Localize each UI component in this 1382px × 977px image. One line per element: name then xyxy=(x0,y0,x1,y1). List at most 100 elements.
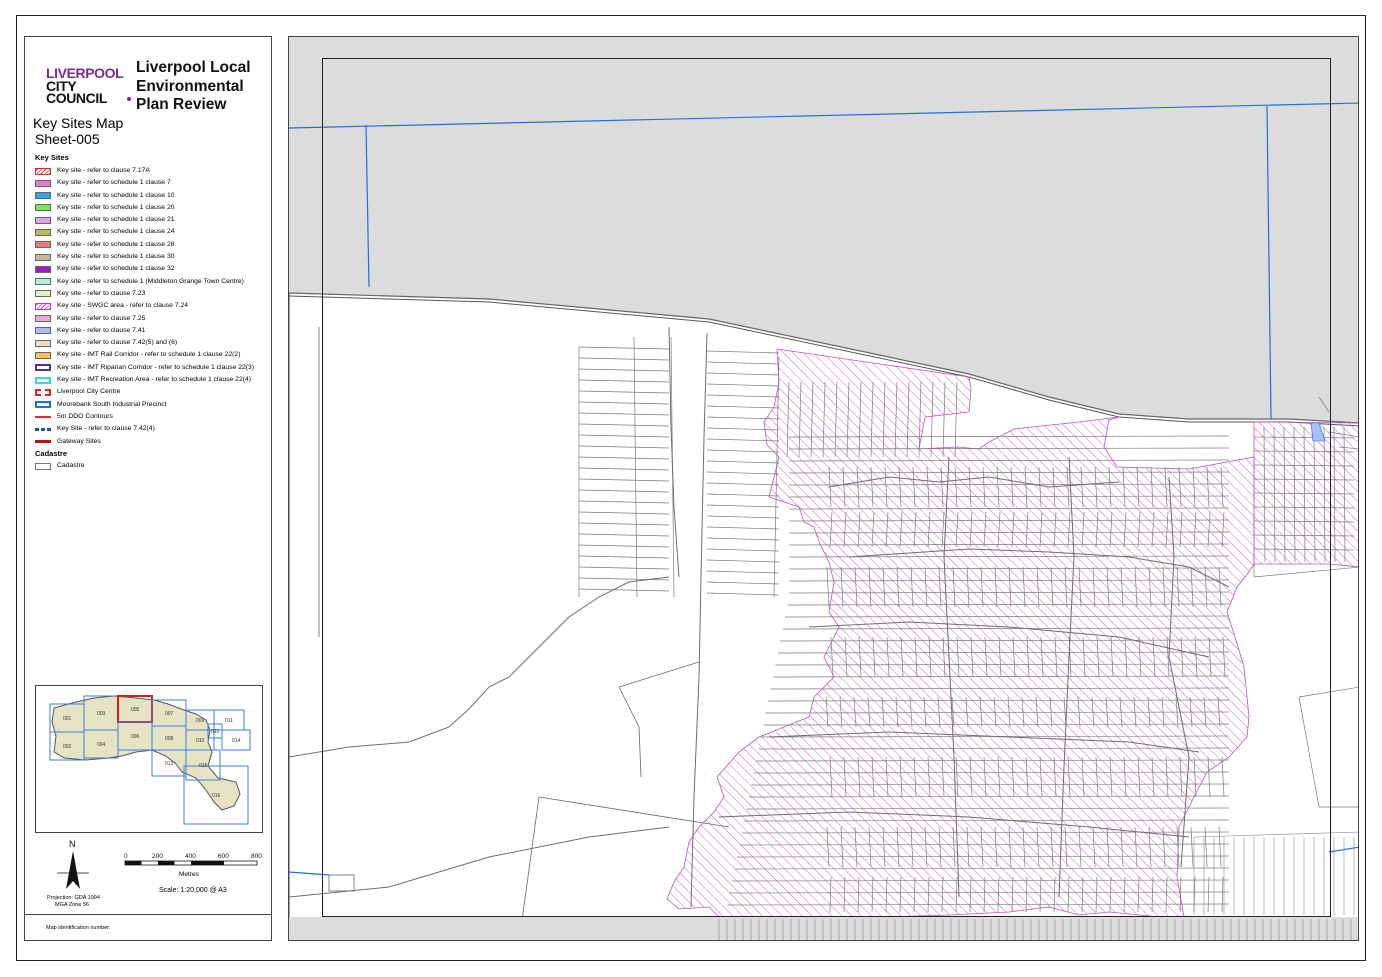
legend-swatch-icon xyxy=(35,462,51,470)
legend-label: Key site - refer to schedule 1 clause 28 xyxy=(57,240,175,248)
inset-sheet-label: 010 xyxy=(196,738,205,744)
legend-item: Key site - SWGC area - refer to clause 7… xyxy=(35,300,271,312)
legend-swatch-icon xyxy=(35,388,51,396)
inset-sheet-label: 014 xyxy=(232,738,241,744)
legend-item: Key site - refer to schedule 1 clause 21 xyxy=(35,214,271,226)
legend-item: Cadastre xyxy=(35,460,271,472)
scale-text: Scale: 1:20,000 @ A3 xyxy=(159,887,227,894)
legend-label: 5m DDO Contours xyxy=(57,412,113,420)
legend-label: Key site - SWGC area - refer to clause 7… xyxy=(57,302,189,310)
scale-tick-label: 200 xyxy=(152,853,163,860)
map-name: Key Sites Map xyxy=(33,115,124,131)
southern-outside-band xyxy=(289,917,1358,940)
logo-dot-icon xyxy=(127,97,131,101)
legend-panel: LIVERPOOL CITY COUNCIL Liverpool Local E… xyxy=(24,36,272,941)
legend-heading-key-sites: Key Sites xyxy=(35,153,69,162)
legend-swatch-icon xyxy=(35,339,51,347)
logo-line-3: COUNCIL xyxy=(46,90,107,106)
legend-label: Key site - refer to schedule 1 clause 30 xyxy=(57,253,175,261)
legend-swatch-icon xyxy=(35,415,51,418)
legend-swatch-icon xyxy=(35,228,51,236)
scale-tick-label: 0 xyxy=(124,853,128,860)
projection-line-2: MGA Zone 56 xyxy=(55,901,89,908)
inset-sheet-label: 012 xyxy=(211,729,220,735)
legend-label: Key site - refer to clause 7.41 xyxy=(57,326,146,334)
legend-label: Key site - IMT Recreation Area - refer t… xyxy=(57,376,252,384)
inset-sheet-label: 013 xyxy=(165,761,174,767)
inset-sheet-label: 004 xyxy=(97,742,106,748)
north-arrow-icon: N xyxy=(55,837,95,892)
legend-label: Key site - refer to schedule 1 clause 7 xyxy=(57,179,171,187)
legend-item: Key site - refer to schedule 1 (Middleto… xyxy=(35,276,271,288)
legend-item: Key site - refer to clause 7.25 xyxy=(35,313,271,325)
legend-swatch-icon xyxy=(35,265,51,273)
scale-tick-label: 800 xyxy=(251,853,262,860)
legend-label: Key site - refer to clause 7.25 xyxy=(57,314,146,322)
legend-label: Liverpool City Centre xyxy=(57,388,121,396)
inset-sheet-label: 008 xyxy=(165,736,174,742)
legend-label: Key site - IMT Rail Corridor - refer to … xyxy=(57,351,241,359)
legend-item: Key site - refer to schedule 1 clause 10 xyxy=(35,190,271,202)
inset-sheet-label: 003 xyxy=(97,711,106,717)
legend-swatch-icon xyxy=(35,364,51,372)
legend-item: 5m DDO Contours xyxy=(35,411,271,423)
inset-sheet-label: 011 xyxy=(225,718,233,724)
legend-label: Key site - refer to clause 7.23 xyxy=(57,289,146,297)
legend-item: Liverpool City Centre xyxy=(35,386,271,398)
legend-swatch-icon xyxy=(35,167,51,175)
legend-swatch-icon xyxy=(35,241,51,249)
legend-item: Key site - IMT Rail Corridor - refer to … xyxy=(35,349,271,361)
legend-swatch-icon xyxy=(35,216,51,224)
main-map[interactable] xyxy=(288,36,1359,941)
legend-label: Key site - refer to schedule 1 clause 21 xyxy=(57,216,175,224)
legend-swatch-icon xyxy=(35,290,51,298)
map-identification-number: Map identification number: xyxy=(46,925,111,931)
legend-label: Key site - refer to schedule 1 clause 20 xyxy=(57,203,175,211)
legend-label: Key site - refer to clause 7.17A xyxy=(57,167,150,174)
inset-sheet-label: 002 xyxy=(63,744,72,750)
legend-swatch-icon xyxy=(35,327,51,335)
map-canvas[interactable] xyxy=(289,37,1359,941)
legend-swatch-icon xyxy=(35,351,51,359)
inset-sheet-label: 016 xyxy=(212,793,221,799)
legend-swatch-icon xyxy=(35,401,51,409)
legend-label: Gateway Sites xyxy=(57,437,101,445)
sheet-number: Sheet-005 xyxy=(35,131,100,147)
inset-sheet-label: 006 xyxy=(131,734,140,740)
legend-label: Key site - refer to schedule 1 clause 10 xyxy=(57,191,175,199)
projection-line-1: Projection: GDA 1994 xyxy=(47,895,100,901)
inset-sheet-label: 001 xyxy=(63,716,72,722)
swgc-key-site-east-strip[interactable] xyxy=(1253,421,1359,568)
legend-item: Key site - refer to clause 7.42(5) and (… xyxy=(35,337,271,349)
legend-item: Key site - refer to clause 7.41 xyxy=(35,325,271,337)
legend-label: Key Site - refer to clause 7.42(4) xyxy=(57,425,155,433)
scale-tick-label: 400 xyxy=(185,853,196,860)
legend-label: Key site - refer to clause 7.42(5) and (… xyxy=(57,339,178,347)
legend-swatch-icon xyxy=(35,376,51,384)
legend-item: Key site - refer to schedule 1 clause 30 xyxy=(35,251,271,263)
legend-swatch-icon xyxy=(35,179,51,187)
plan-title: Liverpool Local Environmental Plan Revie… xyxy=(136,59,251,113)
legend-item: Key Site - refer to clause 7.42(4) xyxy=(35,423,271,435)
legend-item: Moorebank South Industrial Precinct xyxy=(35,399,271,411)
legend-item: Key site - refer to schedule 1 clause 20 xyxy=(35,202,271,214)
legend-label: Key site - refer to schedule 1 (Middleto… xyxy=(57,277,244,285)
legend-label: Key site - IMT Riparian Corridor - refer… xyxy=(57,363,255,371)
inset-sheet-label: 015 xyxy=(199,763,208,769)
inset-sheet-label: 007 xyxy=(165,711,174,717)
scale-bar: 0 200 400 600 800 Metres xyxy=(123,849,263,889)
legend-label: Cadastre xyxy=(57,462,85,469)
legend-item: Key site - IMT Riparian Corridor - refer… xyxy=(35,362,271,374)
legend-list: Key site - refer to clause 7.17A Key site… xyxy=(35,165,271,448)
legend-heading-cadastre: Cadastre xyxy=(35,449,68,458)
southern-lots xyxy=(718,919,1352,940)
legend-item: Key site - IMT Recreation Area - refer t… xyxy=(35,374,271,386)
legend-item: Key site - refer to schedule 1 clause 28 xyxy=(35,239,271,251)
north-label: N xyxy=(69,839,76,849)
footer-divider xyxy=(25,914,271,915)
legend-item: Key site - refer to schedule 1 clause 24 xyxy=(35,226,271,238)
legend-item: Key site - refer to clause 7.17A xyxy=(35,165,271,177)
legend-item: Key site - refer to schedule 1 clause 7 xyxy=(35,177,271,189)
legend-item: Gateway Sites xyxy=(35,436,271,448)
legend-swatch-icon xyxy=(35,315,51,323)
